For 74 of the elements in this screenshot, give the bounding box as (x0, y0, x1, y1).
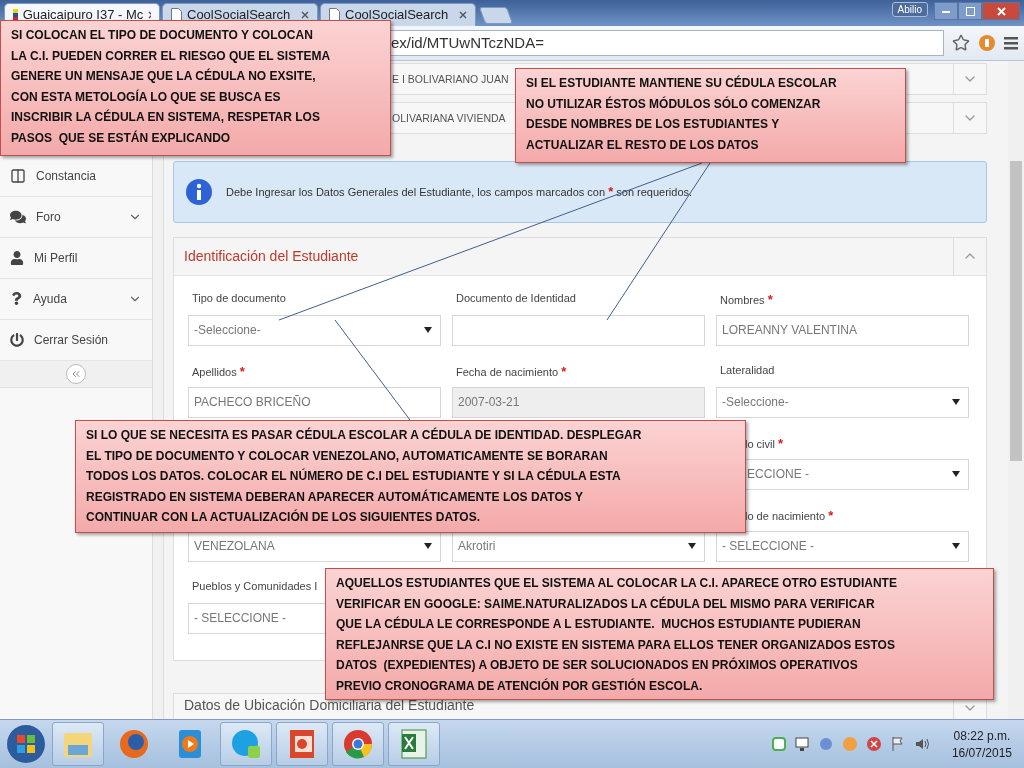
info-icon (186, 176, 212, 207)
annotation-tooltip: SI COLOCAN EL TIPO DE DOCUMENTO Y COLOCAN LA C.I. PUEDEN CORRER EL RIESGO QUE EL SISTEMA GENERE UN MENSAJE QUE LA CÉDULA NO EXSITE, CON ESTA METOLOGÍA LO QUE SE BUSCA ES INSCRIBIR LA CÉDULA EN SISTEMA, RESPETAR LOS PASOS QUE SE ESTÁN EXPLICANDO (0, 20, 391, 156)
select-field[interactable]: -Seleccione- (716, 386, 969, 418)
field-label: Documento de Identidad (456, 291, 576, 304)
sidebar-item[interactable]: Cerrar Sesión (0, 319, 152, 361)
flag-icon (13, 8, 18, 21)
taskbar-button[interactable] (220, 722, 272, 767)
user-badge[interactable]: Abilio (891, 2, 928, 17)
user-icon (10, 250, 24, 265)
field-label: Fecha de nacimiento * (456, 365, 567, 378)
field-label: lo de nacimiento * (745, 509, 834, 522)
field-label: Nombres * (720, 293, 773, 306)
page-icon (329, 8, 340, 22)
caret-icon (688, 543, 696, 550)
sidebar-item[interactable]: Ayuda (0, 278, 152, 320)
close-button[interactable] (982, 2, 1020, 20)
field-label: Pueblos y Comunidades I (192, 579, 318, 592)
taskbar-button[interactable] (388, 722, 440, 767)
field-label: Apellidos * (192, 365, 245, 378)
caret-icon (424, 327, 432, 334)
annotation-tooltip: SI EL ESTUDIANTE MANTIENE SU CÉDULA ESCOLAR NO UTILIZAR ÉSTOS MÓDULOS SÓLO COMENZAR DESDE NOMBRES DE LOS ESTUDIANTES Y ACTUALIZAR EL RESTO DE LOS DATOS (515, 68, 906, 163)
caret-icon (424, 543, 432, 550)
globe-icon (118, 728, 150, 761)
field-label: lo civil * (745, 437, 784, 450)
maximize-button[interactable] (958, 2, 982, 20)
time-text: 08:22 p.m. (953, 728, 1011, 743)
field-label: Tipo de documento (192, 291, 286, 304)
slides-icon (287, 728, 317, 761)
taskbar-button[interactable] (332, 722, 384, 767)
alert-text: Debe Ingresar los Datos Generales del Estudiante, los campos marcados con * son requeridos. (226, 184, 693, 200)
input-field[interactable]: PACHECO BRICEÑO (188, 386, 441, 418)
select-field[interactable]: -Seleccione- (188, 314, 441, 346)
sidebar-item[interactable]: Mi Perfil (0, 237, 152, 279)
annotation-tooltip: AQUELLOS ESTUDIANTES QUE EL SISTEMA AL COLOCAR LA C.I. APARECE OTRO ESTUDIANTE VERIFICAR EN GOOGLE: SAIME.NATURALIZADOS LA CÉDULA DEL MISMO PARA VERIFICAR QUE LA CÉDULA LE CORRESPONDE A L ESTUDIANTE. MUCHOS ESTUDIANTE PUDIERAN REFLEJANRSE QUE LA C.I NO EXISTE EN SISTEMA PARA ELLOS TENER ORGANIZADOS ESTOS DATOS (EXPEDIENTES) A OBJETO DE SER SOLUCIONADOS EN PRÓXIMOS OPERATIVOS PREVIO CRONOGRAMA DE ATENCIÓN POR GESTIÓN ESCOLA. (325, 568, 994, 700)
close-icon[interactable] (301, 10, 309, 19)
network-icon[interactable] (793, 736, 810, 753)
scrollbar-thumb[interactable] (1010, 160, 1022, 461)
tray-icon[interactable] (817, 736, 834, 753)
close-icon (996, 6, 1006, 16)
star-icon[interactable] (952, 33, 970, 52)
select-field[interactable]: - SELECCIONE - (716, 530, 969, 562)
taskbar-button[interactable] (276, 722, 328, 767)
input-field[interactable]: LOREANNY VALENTINA (716, 314, 969, 346)
taskbar-button[interactable] (52, 722, 104, 767)
close-icon[interactable] (148, 10, 151, 19)
spreadsheet-icon (399, 728, 429, 761)
extension-icon[interactable] (978, 33, 996, 52)
columns-icon (10, 167, 26, 184)
power-icon (10, 332, 24, 347)
play-icon (177, 728, 203, 761)
help-icon (10, 292, 23, 306)
flag-icon[interactable] (889, 736, 906, 753)
page-icon (171, 8, 182, 22)
new-tab-button[interactable] (478, 6, 514, 24)
close-icon[interactable] (459, 10, 467, 19)
browser-icon (342, 728, 374, 761)
chat-icon (10, 208, 26, 225)
sidebar-item[interactable]: Foro (0, 196, 152, 238)
minimize-icon (942, 9, 950, 13)
chat-bubble-icon (230, 728, 262, 761)
annotation-tooltip: SI LO QUE SE NECESITA ES PASAR CÉDULA ESCOLAR A CÉDULA DE IDENTIDAD. DESPLEGAR EL TIPO DE DOCUMENTO Y COLOCAR VENEZOLANO, AUTOMATICAMENTE SE BORARAN TODOS LOS DATOS. COLOCAR EL NÚMERO DE C.I DEL ESTUDIANTE Y SI LA CÉDULA ESTA REGISTRADO EN SISTEMA DEBERAN APARECER AUTOMÁTICAMENTE LOS DATOS Y CONTINUAR CON LA ACTUALIZACIÓN DE LOS SIGUIENTES DATOS. (75, 420, 746, 533)
date-text: 16/07/2015 (951, 745, 1012, 760)
tray-icon[interactable] (771, 737, 786, 752)
maximize-icon (965, 6, 975, 16)
clock[interactable]: 08:22 p.m. 16/07/2015 (951, 728, 1012, 760)
caret-icon (952, 399, 960, 406)
field-label: Lateralidad (720, 363, 775, 376)
input-field[interactable] (452, 314, 705, 346)
minimize-button[interactable] (934, 2, 958, 20)
panel-title: Identificación del Estudiante (183, 248, 360, 265)
tray-icon[interactable] (865, 736, 882, 753)
caret-icon (952, 471, 960, 478)
caret-icon (952, 543, 960, 550)
menu-icon[interactable] (1004, 35, 1018, 50)
